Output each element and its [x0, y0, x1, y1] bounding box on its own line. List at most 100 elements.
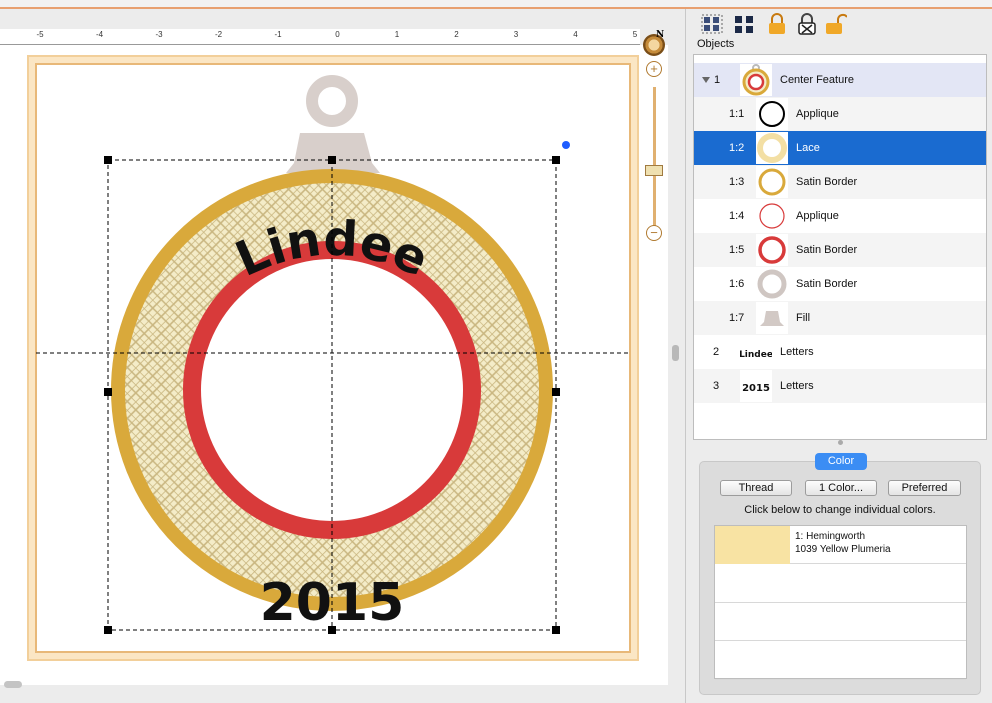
object-row[interactable]: 1:4 Applique	[694, 199, 986, 233]
object-number: 3	[713, 380, 720, 392]
resize-handle[interactable]	[552, 626, 560, 634]
resize-handle[interactable]	[328, 626, 336, 634]
objects-panel-title: Objects	[697, 38, 735, 50]
rotate-handle[interactable]	[562, 141, 570, 149]
object-number: 1:1	[729, 108, 745, 120]
compass-icon[interactable]: N	[643, 30, 665, 56]
zoom-control: N + −	[640, 30, 670, 241]
zoom-out-button[interactable]: −	[646, 225, 662, 241]
object-thumbnail	[756, 302, 788, 334]
object-number: 1:4	[729, 210, 745, 222]
object-row[interactable]: 3 2015 Letters	[694, 369, 986, 403]
object-number: 2	[713, 346, 720, 358]
design-canvas[interactable]: Lindee 2015	[0, 45, 668, 685]
object-label: Letters	[780, 380, 814, 392]
horizontal-ruler: -5 -4 -3 -2 -1 0 1 2 3 4 5	[0, 29, 640, 45]
object-row[interactable]: 1:5 Satin Border	[694, 233, 986, 267]
resize-handle[interactable]	[104, 156, 112, 164]
ruler-tick-label: -2	[214, 30, 223, 39]
object-label: Letters	[780, 346, 814, 358]
object-thumbnail	[740, 64, 772, 96]
object-thumbnail	[756, 200, 788, 232]
object-label: Lace	[796, 142, 820, 154]
svg-text:Lindee: Lindee	[740, 350, 772, 360]
horizontal-scrollbar[interactable]	[4, 681, 22, 688]
object-label: Satin Border	[796, 244, 858, 256]
thread-row[interactable]	[715, 642, 966, 680]
panel-splitter-grip[interactable]	[672, 345, 679, 361]
thread-row[interactable]	[715, 603, 966, 641]
thread-brand: 1: Hemingworth	[795, 531, 866, 542]
lock-icon[interactable]	[766, 13, 788, 35]
object-label: Applique	[796, 210, 839, 222]
resize-handle[interactable]	[104, 388, 112, 396]
object-thumbnail	[756, 132, 788, 164]
lock-remove-icon[interactable]	[796, 13, 818, 35]
object-number: 1:7	[729, 312, 745, 324]
resize-handle[interactable]	[104, 626, 112, 634]
panel-resize-handle[interactable]	[838, 440, 843, 445]
canvas-area: -5 -4 -3 -2 -1 0 1 2 3 4 5 Lindee 2015 N…	[0, 9, 686, 703]
object-label: Center Feature	[780, 74, 854, 86]
object-row[interactable]: 1 Center Feature	[694, 63, 986, 97]
ruler-tick-label: 1	[394, 30, 400, 39]
color-tab[interactable]: Color	[815, 453, 867, 470]
object-number: 1:6	[729, 278, 745, 290]
ruler-tick-label: 0	[335, 30, 340, 39]
resize-handle[interactable]	[328, 156, 336, 164]
ruler-tick-label: 2	[454, 30, 459, 39]
object-row[interactable]: 1:3 Satin Border	[694, 165, 986, 199]
object-label: Satin Border	[796, 278, 858, 290]
ruler-tick-label: -3	[155, 30, 163, 39]
objects-list[interactable]: 1 Center Feature 1:1 Applique 1:2 Lace 1:3 Sati…	[693, 54, 987, 440]
thread-row[interactable]	[715, 565, 966, 603]
embroidery-design[interactable]: Lindee 2015	[0, 45, 668, 685]
disclosure-triangle-icon[interactable]	[702, 77, 710, 83]
compass-north-label: N	[656, 30, 665, 40]
title-strip	[0, 0, 992, 9]
thread-color-name: 1039 Yellow Plumeria	[795, 544, 891, 555]
object-row[interactable]: 2 Lindee Letters	[694, 335, 986, 369]
object-number: 1	[714, 74, 721, 86]
object-row[interactable]: 1:7 Fill	[694, 301, 986, 335]
zoom-slider-thumb[interactable]	[645, 165, 663, 176]
zoom-in-button[interactable]: +	[646, 61, 662, 77]
ruler-tick-label: 4	[573, 30, 578, 39]
object-row[interactable]: 1:2 Lace	[694, 131, 986, 165]
thread-button[interactable]: Thread	[720, 480, 792, 496]
object-row[interactable]: 1:1 Applique	[694, 97, 986, 131]
ruler-tick-label: 3	[513, 30, 519, 39]
group-icon[interactable]	[701, 13, 723, 35]
object-thumbnail: Lindee	[739, 336, 773, 368]
object-row[interactable]: 1:6 Satin Border	[694, 267, 986, 301]
object-number: 1:5	[729, 244, 745, 256]
ruler-tick-label: -4	[95, 30, 104, 39]
svg-text:2015: 2015	[742, 383, 770, 394]
resize-handle[interactable]	[552, 388, 560, 396]
object-thumbnail	[756, 166, 788, 198]
objects-toolbar	[687, 9, 992, 36]
object-thumbnail	[756, 234, 788, 266]
resize-handle[interactable]	[552, 156, 560, 164]
ruler-tick-label: -5	[36, 30, 44, 39]
object-number: 1:2	[729, 142, 745, 154]
thread-row[interactable]: 1: Hemingworth 1039 Yellow Plumeria	[715, 526, 966, 564]
color-hint-text: Click below to change individual colors.	[744, 504, 936, 516]
ungroup-icon[interactable]	[733, 13, 755, 35]
red-satin-border	[183, 241, 481, 539]
zoom-slider-track[interactable]	[653, 87, 656, 237]
object-thumbnail: 2015	[740, 370, 772, 402]
object-thumbnail	[756, 98, 788, 130]
object-number: 1:3	[729, 176, 745, 188]
preferred-button[interactable]: Preferred	[888, 480, 961, 496]
ruler-tick-label: -1	[274, 30, 282, 39]
ruler-tick-label: 5	[632, 30, 638, 39]
thread-color-list[interactable]: 1: Hemingworth 1039 Yellow Plumeria	[714, 525, 967, 680]
object-thumbnail	[756, 268, 788, 300]
app-window: -5 -4 -3 -2 -1 0 1 2 3 4 5 Lindee 2015 N…	[0, 0, 992, 703]
one-color-button[interactable]: 1 Color...	[805, 480, 877, 496]
object-label: Satin Border	[796, 176, 858, 188]
object-label: Applique	[796, 108, 839, 120]
unlock-icon[interactable]	[825, 13, 847, 35]
thread-swatch[interactable]	[715, 526, 790, 564]
